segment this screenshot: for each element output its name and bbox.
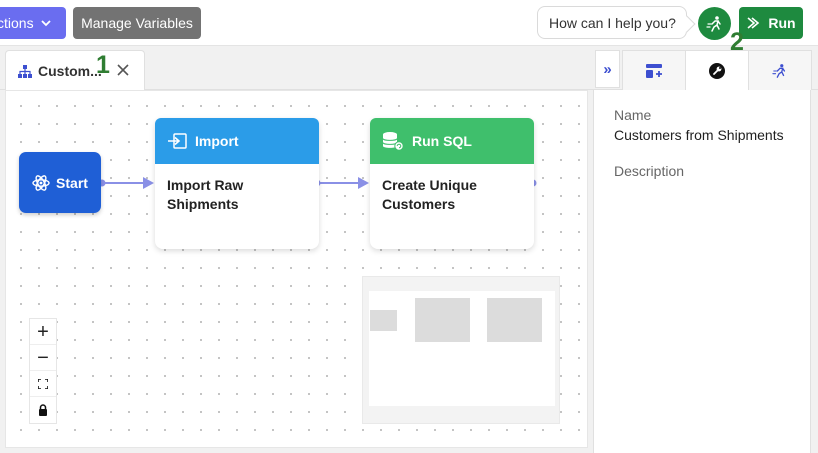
node-import-line1: Import Raw (167, 177, 244, 193)
flow-icon (18, 64, 32, 78)
description-label: Description (614, 163, 685, 179)
assistant-run-icon (705, 15, 721, 32)
manage-variables-button[interactable]: Manage Variables (73, 7, 201, 39)
run-label: Run (768, 15, 796, 31)
zoom-in-icon: + (37, 320, 49, 343)
fit-view-button[interactable] (30, 371, 56, 397)
tab-label: Custom... (38, 63, 102, 79)
node-import[interactable]: Import Import Raw Shipments (155, 118, 319, 249)
node-sql-line2: Customers (382, 196, 456, 212)
minimap-node-sql (487, 298, 542, 342)
node-import-line2: Shipments (167, 196, 239, 212)
canvas-gutter-bottom (0, 448, 593, 453)
layout-icon (646, 63, 662, 78)
node-start[interactable]: Start (19, 152, 101, 213)
node-import-title: Import (195, 133, 239, 149)
minimap-node-import (415, 298, 470, 342)
minimap[interactable] (362, 276, 560, 424)
run-arrow-icon (747, 17, 760, 29)
node-sql-title: Run SQL (412, 133, 472, 149)
actions-label: ctions (0, 15, 34, 31)
name-label: Name (614, 107, 652, 123)
close-icon[interactable] (116, 63, 130, 77)
node-sql-line1: Create Unique (382, 177, 477, 193)
step-marker-1: 1 (96, 51, 110, 79)
assistant-button[interactable] (698, 7, 731, 40)
assistant-run-icon (772, 63, 786, 78)
properties-panel (593, 90, 811, 453)
top-toolbar: ctions Manage Variables How can I help y… (0, 0, 818, 46)
name-field[interactable]: Customers from Shipments (614, 127, 784, 143)
import-arrow-icon (168, 133, 187, 149)
tab-layout[interactable] (622, 50, 686, 90)
assistant-help-prompt[interactable]: How can I help you? (537, 6, 687, 39)
zoom-out-button[interactable]: − (30, 345, 56, 371)
tab-settings[interactable] (685, 50, 749, 91)
zoom-in-button[interactable]: + (30, 319, 56, 345)
node-sql-header: Run SQL (370, 118, 534, 164)
node-run-sql[interactable]: Run SQL Create Unique Customers (370, 118, 534, 249)
step-marker-2: 2 (730, 28, 744, 56)
wrench-icon (709, 63, 725, 79)
fit-view-icon (38, 378, 48, 389)
zoom-out-icon: − (37, 346, 49, 369)
workflow-tab-strip: Custom... (0, 46, 593, 91)
lock-button[interactable] (30, 397, 56, 423)
run-button[interactable]: Run (739, 7, 803, 39)
minimap-node-start (370, 310, 397, 331)
properties-panel-edge (811, 90, 818, 453)
node-start-label: Start (56, 174, 88, 191)
lock-icon (39, 404, 47, 416)
tab-workflow[interactable]: Custom... (5, 50, 145, 91)
atom-icon (32, 174, 50, 191)
actions-dropdown-button[interactable]: ctions (0, 7, 66, 39)
chevron-down-icon (40, 20, 51, 27)
tab-run-history[interactable] (748, 50, 812, 90)
zoom-controls: + − (29, 318, 57, 424)
database-icon (382, 132, 404, 151)
collapse-panel-button[interactable]: » (595, 50, 620, 88)
node-import-header: Import (155, 118, 319, 164)
